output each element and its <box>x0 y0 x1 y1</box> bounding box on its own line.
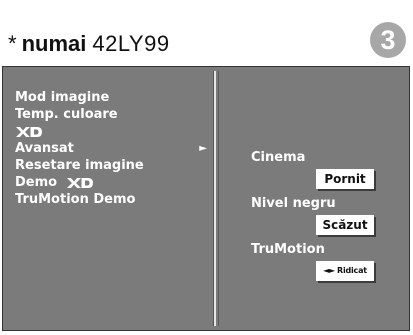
menu-item-label: Demo <box>15 175 58 190</box>
menu-item-resetare-imagine[interactable]: Resetare imagine <box>15 157 205 174</box>
header-star: * <box>8 31 17 56</box>
page-number-badge: 3 <box>370 22 406 58</box>
xd-logo-icon <box>66 177 93 188</box>
header-brand: numai <box>21 31 87 56</box>
menu-item-avansat[interactable]: Avansat ► <box>15 140 207 157</box>
setting-label-trumotion: TruMotion <box>251 242 325 257</box>
left-right-arrows-icon: ◄► <box>323 266 335 275</box>
setting-label-nivel-negru: Nivel negru <box>251 196 336 211</box>
xd-logo-icon <box>16 126 42 137</box>
menu-item-mod-imagine[interactable]: Mod imagine <box>15 89 205 106</box>
menu-item-label: Avansat <box>15 141 74 156</box>
menu-item-label: TruMotion Demo <box>15 192 136 207</box>
advanced-settings-list: Cinema Pornit Nivel negru Scăzut TruMoti… <box>251 149 401 287</box>
picture-menu-panel: Mod imagine Temp. culoare Avansat ► Rese… <box>3 67 216 330</box>
menu-item-label: Resetare imagine <box>15 158 144 173</box>
header-model: 42LY99 <box>92 31 170 56</box>
trumotion-value-selector[interactable]: ◄► Ridicat <box>316 261 374 281</box>
setting-label-cinema: Cinema <box>251 150 306 165</box>
menu-item-temp-culoare[interactable]: Temp. culoare <box>15 106 205 123</box>
setting-value: Scăzut <box>322 218 368 232</box>
setting-value: Pornit <box>324 172 366 186</box>
cinema-value-selector[interactable]: Pornit <box>316 169 374 189</box>
page-header: * numai 42LY99 <box>8 28 170 60</box>
right-triangle-icon: ► <box>199 143 207 154</box>
menu-item-label: Mod imagine <box>15 90 110 105</box>
manual-page: * numai 42LY99 3 Mod imagine Temp. culoare <box>0 0 413 335</box>
picture-menu-list: Mod imagine Temp. culoare Avansat ► Rese… <box>15 89 207 208</box>
menu-item-label: Temp. culoare <box>15 107 118 122</box>
menu-item-demo-xd[interactable]: Demo <box>15 174 205 191</box>
menu-item-xd[interactable] <box>15 123 205 140</box>
setting-value: Ridicat <box>336 266 367 275</box>
nivel-negru-value-selector[interactable]: Scăzut <box>316 215 374 235</box>
advanced-settings-panel: Cinema Pornit Nivel negru Scăzut TruMoti… <box>218 67 409 330</box>
menu-item-trumotion-demo[interactable]: TruMotion Demo <box>15 191 205 208</box>
tv-osd-menu: Mod imagine Temp. culoare Avansat ► Rese… <box>2 66 410 331</box>
